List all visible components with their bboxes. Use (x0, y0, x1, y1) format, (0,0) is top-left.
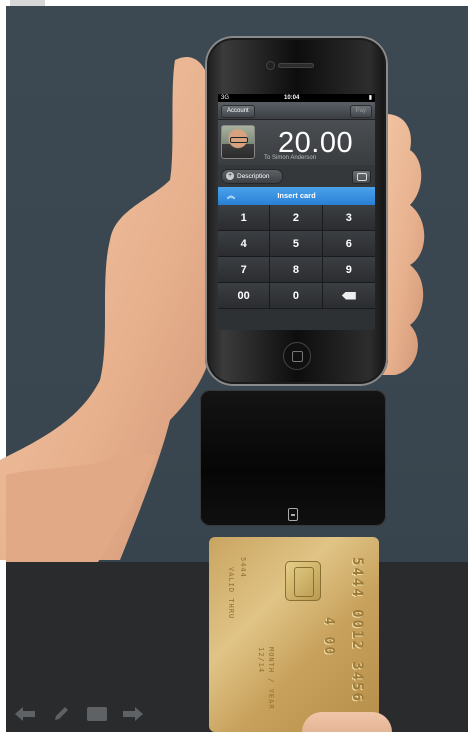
chevron-up-icon: ︽ (227, 191, 235, 200)
payment-recipient: To Simon Anderson (264, 155, 317, 161)
dock-connector-icon (288, 508, 298, 521)
pen-icon[interactable] (50, 705, 72, 723)
card-text-3: MONTH / YEAR (267, 647, 275, 710)
status-bar: 3G 10:04 ▮ (218, 94, 375, 102)
description-label: Description (237, 173, 270, 180)
front-camera (266, 61, 275, 70)
home-icon (292, 351, 303, 362)
card-text-4: 12/14 (257, 647, 265, 674)
key-0[interactable]: 0 (270, 283, 323, 309)
key-2[interactable]: 2 (270, 205, 323, 231)
key-00[interactable]: 00 (218, 283, 271, 309)
account-button[interactable]: Account (221, 105, 255, 118)
battery-icon: ▮ (368, 95, 372, 101)
key-3[interactable]: 3 (322, 205, 375, 231)
avatar (221, 125, 255, 159)
credit-card: 5444 0012 3456 4 00 5444 VALID THRU MONT… (209, 537, 379, 732)
avatar-glasses (230, 137, 248, 143)
arrow-right-icon[interactable] (122, 705, 144, 723)
card-reader (200, 390, 386, 526)
insert-card-bar[interactable]: ︽ Insert card (218, 187, 375, 205)
card-number: 5444 0012 3456 (349, 557, 365, 704)
photo-stage: 3G 10:04 ▮ Account Pay 20.00 To Simon An… (0, 0, 471, 732)
bottom-toolbar (14, 704, 144, 724)
payment-summary: 20.00 To Simon Anderson (218, 120, 375, 165)
keypad: 1 2 3 4 5 6 7 8 9 00 0 (218, 205, 375, 309)
key-5[interactable]: 5 (270, 231, 323, 257)
phone-screen: 3G 10:04 ▮ Account Pay 20.00 To Simon An… (218, 94, 375, 330)
card-text-1: 5444 (239, 557, 247, 578)
nav-bar: Account Pay (218, 102, 375, 120)
status-time: 10:04 (284, 95, 300, 101)
keyboard-icon[interactable] (86, 705, 108, 723)
signal-indicator: 3G (221, 95, 230, 101)
insert-card-label: Insert card (277, 191, 316, 200)
card-text-2: VALID THRU (227, 567, 235, 620)
key-8[interactable]: 8 (270, 257, 323, 283)
key-7[interactable]: 7 (218, 257, 271, 283)
delete-key[interactable] (322, 283, 375, 309)
key-6[interactable]: 6 (322, 231, 375, 257)
description-row: + Description (218, 165, 375, 187)
card-number-secondary: 4 00 (321, 617, 336, 657)
pay-button[interactable]: Pay (349, 105, 372, 118)
camera-button[interactable] (352, 170, 371, 184)
plus-icon: + (226, 172, 234, 181)
earpiece (278, 63, 314, 68)
home-button[interactable] (283, 342, 311, 370)
iphone: 3G 10:04 ▮ Account Pay 20.00 To Simon An… (205, 36, 388, 386)
arrow-left-icon[interactable] (14, 705, 36, 723)
key-9[interactable]: 9 (322, 257, 375, 283)
camera-icon (357, 173, 367, 181)
top-strip (10, 0, 45, 6)
thumb (302, 712, 392, 732)
backspace-icon (341, 291, 356, 300)
add-description-button[interactable]: + Description (221, 169, 283, 184)
card-chip (285, 561, 321, 601)
key-4[interactable]: 4 (218, 231, 271, 257)
key-1[interactable]: 1 (218, 205, 271, 231)
